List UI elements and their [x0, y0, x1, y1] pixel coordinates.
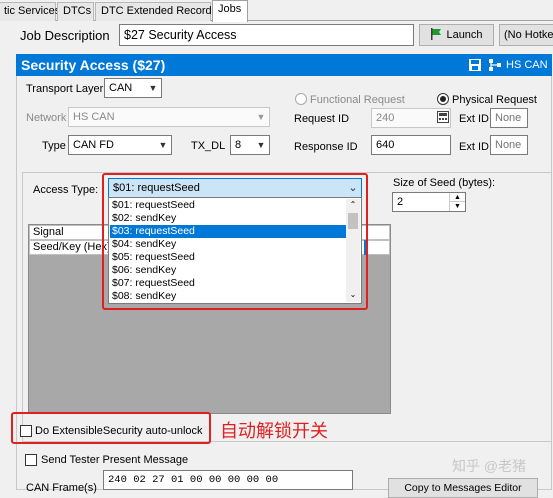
chevron-down-icon: ▼ — [148, 83, 158, 93]
security-access-header: Security Access ($27) HS CAN — [16, 54, 552, 76]
size-of-seed-stepper[interactable]: 2 ▲ ▼ — [392, 192, 466, 212]
can-frames-label: CAN Frame(s) — [26, 482, 97, 494]
physical-request-label: Physical Request — [452, 94, 537, 106]
ext-id-label: Ext ID — [459, 113, 489, 125]
launch-label: Launch — [446, 29, 483, 41]
type-value: CAN FD — [73, 139, 114, 151]
ext-id-label: Ext ID — [459, 141, 489, 153]
type-select[interactable]: CAN FD ▼ — [68, 135, 172, 155]
watermark: 知乎 @老猪 — [452, 458, 527, 474]
network-icon — [489, 59, 501, 71]
flag-icon — [431, 28, 442, 40]
job-description-label: Job Description — [20, 28, 110, 43]
grid-header-signal: Signal — [29, 225, 109, 240]
radio-selected-dot — [440, 96, 446, 102]
physical-request-radio[interactable] — [437, 93, 449, 105]
type-label: Type — [42, 140, 66, 152]
launch-button[interactable]: Launch — [419, 24, 494, 46]
hotkey-button[interactable]: (No Hotkey — [499, 24, 553, 46]
response-id-label: Response ID — [294, 141, 358, 153]
network-select[interactable]: HS CAN ▼ — [68, 107, 270, 127]
chevron-down-icon: ▼ — [256, 140, 266, 150]
size-of-seed-label: Size of Seed (bytes): — [393, 177, 496, 189]
tab-jobs[interactable]: Jobs — [212, 0, 248, 22]
transport-layer-select[interactable]: CAN ▼ — [104, 78, 162, 98]
stepper-down-icon[interactable]: ▼ — [449, 202, 465, 211]
tab-diagnostic-services[interactable]: tic Services — [0, 2, 60, 21]
tab-label: DTC Extended Records — [101, 5, 218, 17]
ext-id-field[interactable] — [490, 108, 528, 128]
size-of-seed-value: 2 — [397, 196, 404, 208]
grid-row-seed-key: Seed/Key (Hex) — [29, 240, 111, 255]
request-id-label: Request ID — [294, 113, 350, 125]
tab-label: DTCs — [63, 5, 92, 17]
chevron-down-icon: ▼ — [158, 140, 168, 150]
txdl-select[interactable]: 8 ▼ — [230, 135, 270, 155]
request-id-value: 240 — [376, 112, 395, 124]
chevron-down-icon: ▼ — [256, 112, 266, 122]
functional-request-label: Functional Request — [310, 94, 405, 106]
tab-dtcs[interactable]: DTCs — [57, 2, 94, 21]
page-title: Security Access ($27) — [21, 57, 166, 73]
stepper-up-icon[interactable]: ▲ — [449, 193, 465, 202]
functional-request-radio[interactable] — [295, 93, 307, 105]
can-frame-field[interactable]: 240 02 27 01 00 00 00 00 00 — [103, 470, 353, 490]
tester-present-label: Send Tester Present Message — [41, 454, 189, 466]
copy-to-messages-editor-button[interactable]: Copy to Messages Editor — [388, 478, 538, 498]
calculator-icon[interactable] — [437, 111, 449, 123]
access-type-highlight-box — [102, 173, 368, 310]
auto-unlock-highlight-box — [11, 412, 211, 444]
network-value: HS CAN — [73, 111, 115, 123]
network-label: Network — [26, 112, 67, 124]
transport-layer-label: Transport Layer — [26, 83, 104, 95]
job-description-field[interactable]: $27 Security Access — [119, 24, 414, 46]
access-type-label: Access Type: — [33, 184, 99, 196]
tab-label: Jobs — [218, 3, 242, 15]
response-id-field[interactable]: 640 — [371, 135, 451, 155]
tester-present-checkbox[interactable] — [25, 454, 37, 466]
txdl-value: 8 — [235, 139, 242, 151]
transport-layer-value: CAN — [109, 82, 133, 94]
ext-id-field-2[interactable] — [490, 135, 528, 155]
network-badge: HS CAN — [506, 59, 548, 71]
auto-unlock-annotation: 自动解锁开关 — [220, 421, 328, 441]
tab-dtc-extended-records[interactable]: DTC Extended Records — [95, 2, 217, 21]
tab-label: tic Services — [4, 5, 61, 17]
save-icon[interactable] — [469, 59, 481, 71]
tab-bar: tic Services DTCs DTC Extended Records J… — [0, 0, 553, 22]
txdl-label: TX_DL — [191, 140, 226, 152]
